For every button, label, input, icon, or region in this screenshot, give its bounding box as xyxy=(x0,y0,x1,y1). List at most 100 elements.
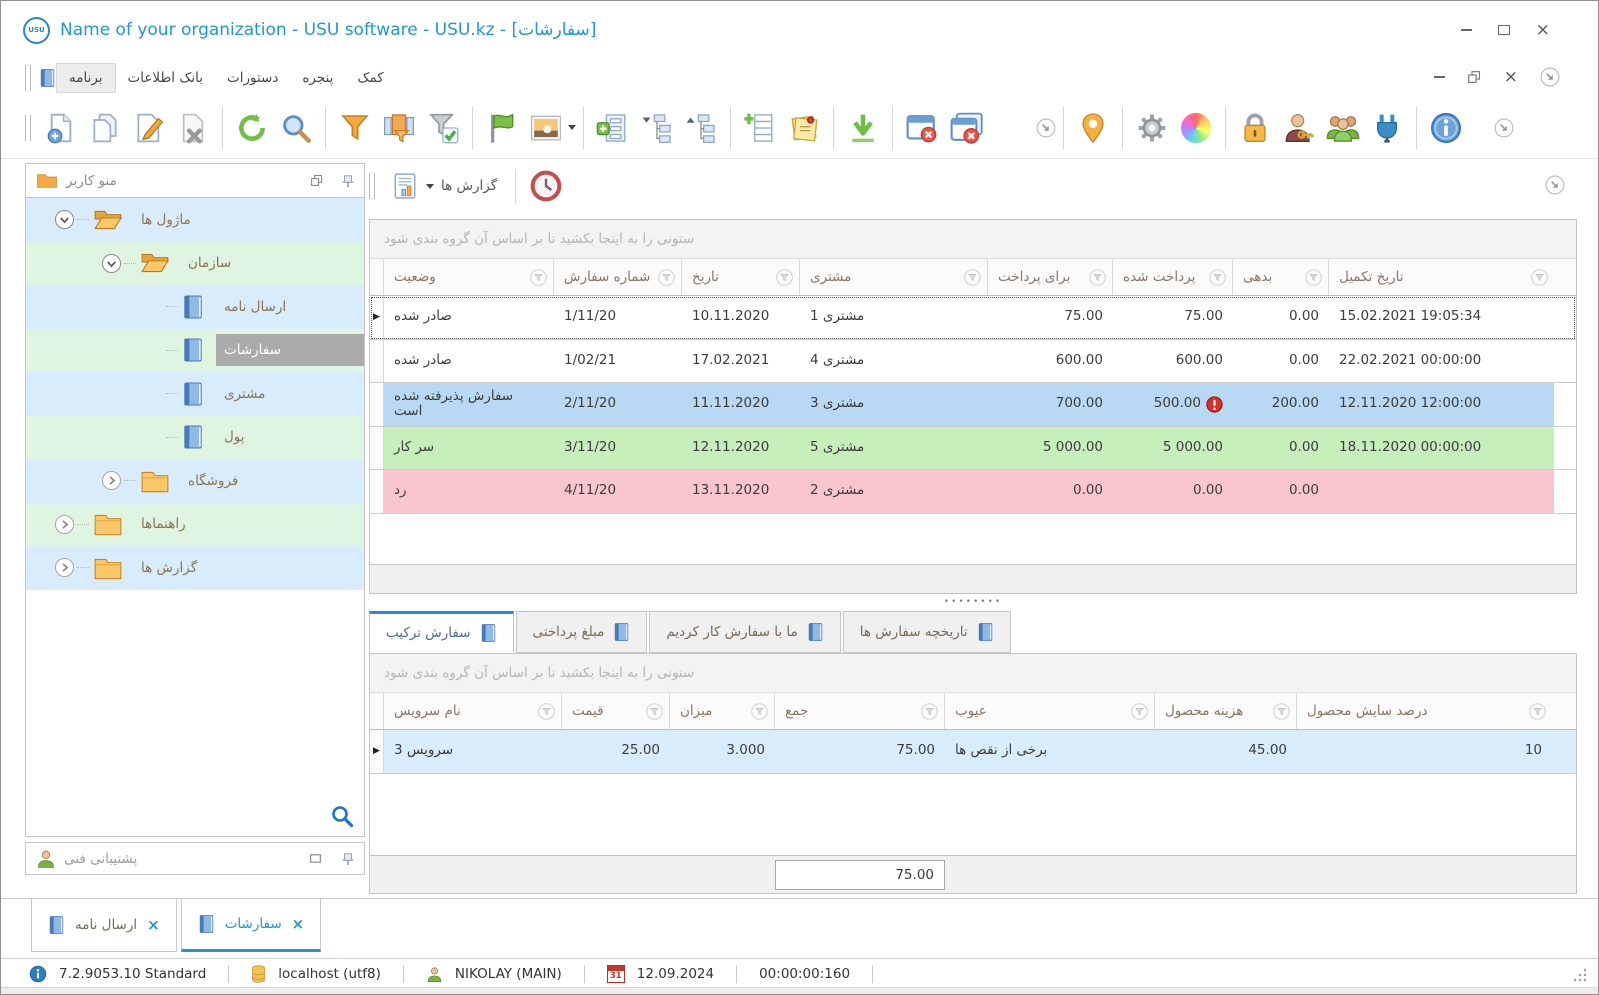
expand-node-icon[interactable] xyxy=(101,470,122,491)
collapse-tree-icon[interactable] xyxy=(635,104,679,152)
toolbar-overflow-icon[interactable] xyxy=(1036,118,1056,138)
menu-item-program[interactable]: برنامه xyxy=(56,63,116,93)
tree-item-customer[interactable]: مشتری xyxy=(26,372,364,416)
tree-item-send-letter[interactable]: ارسال نامه xyxy=(26,285,364,329)
menu-item-help[interactable]: کمک xyxy=(345,64,395,92)
column-header-date[interactable]: تاریخ xyxy=(682,259,800,295)
filter-funnel-icon[interactable] xyxy=(1531,269,1548,286)
table-row[interactable]: صادر شده 1/02/21 17.02.2021 مشتری 4 600.… xyxy=(370,340,1576,384)
reports-toolbar-grip[interactable] xyxy=(369,173,375,199)
close-tab-icon[interactable]: × xyxy=(147,916,160,934)
column-header-debt[interactable]: بدهی xyxy=(1233,259,1329,295)
expand-node-icon[interactable] xyxy=(54,557,75,578)
tree-item-guides[interactable]: راهنماها xyxy=(26,503,364,547)
color-theme-icon[interactable] xyxy=(1174,104,1218,152)
copy-document-icon[interactable] xyxy=(83,104,127,152)
image-icon[interactable] xyxy=(524,104,568,152)
filter-funnel-icon[interactable] xyxy=(538,703,555,720)
tab-order-history[interactable]: تاریخچه سفارش ها xyxy=(843,611,1011,653)
tab-we-worked-with-order[interactable]: ما با سفارش کار کردیم xyxy=(649,611,840,653)
add-row-icon[interactable] xyxy=(738,104,782,152)
column-header-service-name[interactable]: نام سرویس xyxy=(384,693,562,729)
filter-funnel-icon[interactable] xyxy=(1529,703,1546,720)
toolbar-grip[interactable] xyxy=(25,115,31,141)
filter-funnel-icon[interactable] xyxy=(751,703,768,720)
services-groupby-bar[interactable]: ستونی را به اینجا بکشید تا بر اساس آن گر… xyxy=(370,654,1576,693)
tree-item-modules[interactable]: ماژول ها xyxy=(26,198,364,242)
filter-icon[interactable] xyxy=(333,104,377,152)
minimize-icon[interactable] xyxy=(1461,29,1472,31)
column-header-wear-percent[interactable]: درصد سایش محصول xyxy=(1297,693,1552,729)
filter-funnel-icon[interactable] xyxy=(1089,269,1106,286)
user-permissions-icon[interactable] xyxy=(1277,104,1321,152)
reports-overflow-icon[interactable] xyxy=(1545,175,1565,195)
column-header-price[interactable]: قیمت xyxy=(562,693,670,729)
card-view-icon[interactable] xyxy=(591,104,635,152)
support-panel[interactable]: پشتیبانی فنی xyxy=(25,842,365,875)
expand-node-icon[interactable] xyxy=(54,514,75,535)
delete-document-icon[interactable] xyxy=(171,104,215,152)
tree-search-icon[interactable] xyxy=(330,804,354,828)
image-dropdown-caret[interactable] xyxy=(568,125,576,130)
tree-item-money[interactable]: پول xyxy=(26,416,364,460)
tab-payment-amount[interactable]: مبلغ پرداختی xyxy=(516,611,648,653)
filter-apply-icon[interactable] xyxy=(421,104,465,152)
column-header-order-no[interactable]: شماره سفارش xyxy=(554,259,682,295)
table-row[interactable]: سفارش پذیرفته شده است 2/11/20 11.11.2020… xyxy=(370,383,1576,427)
filter-funnel-icon[interactable] xyxy=(964,269,981,286)
child-minimize-icon[interactable] xyxy=(1434,76,1445,78)
expand-tree-icon[interactable] xyxy=(679,104,723,152)
column-header-to-pay[interactable]: برای پرداخت xyxy=(988,259,1113,295)
child-close-icon[interactable]: × xyxy=(1504,72,1518,82)
column-header-amount[interactable]: میزان xyxy=(670,693,775,729)
settings-gear-icon[interactable] xyxy=(1130,104,1174,152)
filter-funnel-icon[interactable] xyxy=(776,269,793,286)
orders-groupby-bar[interactable]: ستونی را به اینجا بکشید تا بر اساس آن گر… xyxy=(370,220,1576,259)
filter-funnel-icon[interactable] xyxy=(921,703,938,720)
maximize-icon[interactable] xyxy=(1498,25,1510,35)
pin-icon[interactable] xyxy=(342,174,354,188)
table-row[interactable]: ▶ صادر شده 1/11/20 10.11.2020 مشتری 1 75… xyxy=(370,296,1576,340)
user-groups-icon[interactable] xyxy=(1321,104,1365,152)
map-pin-icon[interactable] xyxy=(1071,104,1115,152)
filter-funnel-icon[interactable] xyxy=(530,269,547,286)
collapse-node-icon[interactable] xyxy=(101,253,122,274)
tree-item-orders[interactable]: سفارشات xyxy=(26,329,364,373)
panel-splitter[interactable]: •••••••• xyxy=(369,594,1577,611)
filter-funnel-icon[interactable] xyxy=(658,269,675,286)
close-window-icon[interactable] xyxy=(900,104,944,152)
export-download-icon[interactable] xyxy=(841,104,885,152)
window-tab-orders[interactable]: سفارشات × xyxy=(181,899,322,952)
refresh-icon[interactable] xyxy=(230,104,274,152)
menu-item-database[interactable]: بانک اطلاعات xyxy=(116,64,215,92)
filter-columns-icon[interactable] xyxy=(377,104,421,152)
new-document-icon[interactable] xyxy=(39,104,83,152)
close-icon[interactable]: × xyxy=(1536,25,1550,35)
table-row[interactable]: ▶ سرویس 3 25.00 3.000 75.00 برخی از نقص … xyxy=(370,730,1576,774)
float-panel-icon[interactable] xyxy=(310,174,324,187)
column-header-customer[interactable]: مشتری xyxy=(800,259,988,295)
filter-funnel-icon[interactable] xyxy=(646,703,663,720)
column-header-product-cost[interactable]: هزینه محصول xyxy=(1155,693,1297,729)
search-icon[interactable] xyxy=(274,104,318,152)
collapse-node-icon[interactable] xyxy=(54,209,75,230)
menu-overflow-icon[interactable] xyxy=(1540,67,1560,87)
flag-icon[interactable] xyxy=(480,104,524,152)
menu-item-commands[interactable]: دستورات xyxy=(215,64,290,92)
column-header-status[interactable]: وضعیت xyxy=(384,259,554,295)
plugin-icon[interactable] xyxy=(1365,104,1409,152)
tab-order-composition[interactable]: سفارش ترکیب xyxy=(369,611,514,653)
close-all-windows-icon[interactable] xyxy=(944,104,988,152)
filter-funnel-icon[interactable] xyxy=(1305,269,1322,286)
tree-item-store[interactable]: فروشگاه xyxy=(26,459,364,503)
lock-icon[interactable] xyxy=(1233,104,1277,152)
child-restore-icon[interactable] xyxy=(1467,70,1482,84)
edit-document-icon[interactable] xyxy=(127,104,171,152)
table-row[interactable]: رد 4/11/20 13.11.2020 مشتری 2 0.00 0.00 … xyxy=(370,470,1576,514)
table-row[interactable]: سر کار 3/11/20 12.11.2020 مشتری 5 5 000.… xyxy=(370,427,1576,471)
filter-funnel-icon[interactable] xyxy=(1273,703,1290,720)
close-tab-icon[interactable]: × xyxy=(292,915,305,933)
filter-funnel-icon[interactable] xyxy=(1131,703,1148,720)
notes-icon[interactable] xyxy=(782,104,826,152)
column-header-completion-date[interactable]: تاریخ تکمیل xyxy=(1329,259,1554,295)
